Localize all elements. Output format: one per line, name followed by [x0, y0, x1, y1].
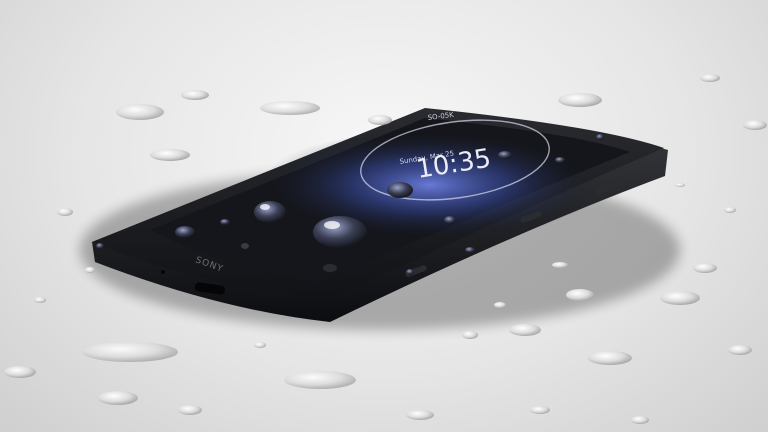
photo-canvas: SO-05K Sunday, Mar 25 10:35 SONY [4, 74, 767, 424]
lock-icon [241, 243, 249, 249]
camera-icon [323, 264, 337, 272]
microphone-hole [161, 270, 165, 274]
product-photo: SO-05K Sunday, Mar 25 10:35 SONY [0, 0, 768, 432]
